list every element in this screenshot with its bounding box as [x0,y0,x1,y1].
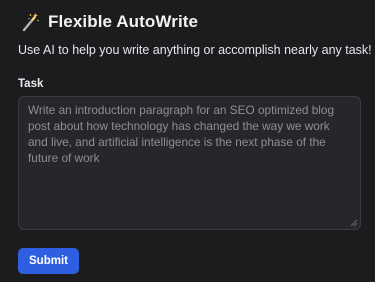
submit-button[interactable]: Submit [18,248,79,274]
task-label: Task [18,78,44,90]
app-subtitle: Use AI to help you write anything or acc… [18,43,372,57]
task-textarea[interactable]: Write an introduction paragraph for an S… [18,96,361,230]
magic-wand-icon [22,13,39,32]
app-header: Flexible AutoWrite [20,10,198,34]
task-placeholder: Write an introduction paragraph for an S… [28,103,335,165]
resize-handle-icon[interactable] [350,219,358,227]
app-title: Flexible AutoWrite [48,12,199,31]
